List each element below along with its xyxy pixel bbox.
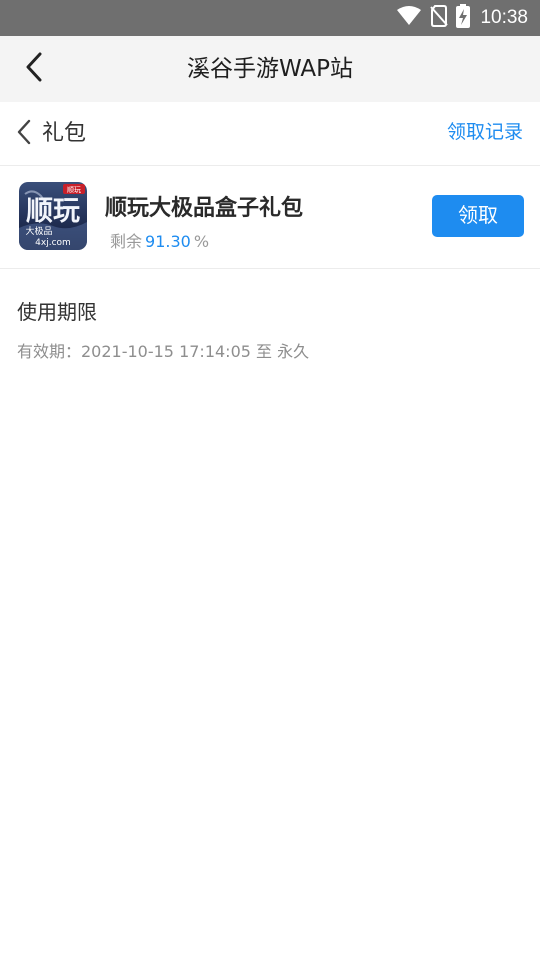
validity-title: 使用期限 xyxy=(17,300,97,324)
claim-button[interactable]: 领取 xyxy=(432,195,524,237)
section-header: 礼包 领取记录 xyxy=(0,102,540,166)
icon-sub-text: 大极品 xyxy=(25,225,52,237)
gift-remain: 剩余 91.30% xyxy=(110,228,209,252)
chevron-left-icon xyxy=(17,119,31,149)
game-icon: 顺玩 顺玩 大极品 4xj.com xyxy=(19,182,87,250)
validity-text: 有效期：2021-10-15 17:14:05 至 永久 xyxy=(17,342,310,361)
percent-sign: % xyxy=(193,232,210,251)
icon-main-text: 顺玩 xyxy=(26,196,80,227)
remain-label: 剩余 xyxy=(110,232,143,251)
remain-percent: 91.30 xyxy=(145,232,191,251)
page-title: 溪谷手游WAP站 xyxy=(186,56,354,82)
section-back-button[interactable] xyxy=(12,119,36,149)
battery-charging-icon xyxy=(456,4,471,32)
status-bar: 10:38 xyxy=(0,0,540,36)
no-sim-icon xyxy=(430,5,449,31)
records-link[interactable]: 领取记录 xyxy=(447,102,523,162)
icon-site-text: 4xj.com xyxy=(35,238,71,248)
section-title: 礼包 xyxy=(42,121,87,146)
title-bar: 溪谷手游WAP站 xyxy=(0,36,540,102)
status-time: 10:38 xyxy=(480,7,528,28)
gift-name: 顺玩大极品盒子礼包 xyxy=(105,196,304,221)
icon-badge-text: 顺玩 xyxy=(67,186,81,194)
gift-card: 顺玩 顺玩 大极品 4xj.com 顺玩大极品盒子礼包 剩余 91.30% 领取 xyxy=(0,166,540,269)
wifi-icon xyxy=(396,6,422,30)
status-icons: 10:38 xyxy=(396,0,528,36)
